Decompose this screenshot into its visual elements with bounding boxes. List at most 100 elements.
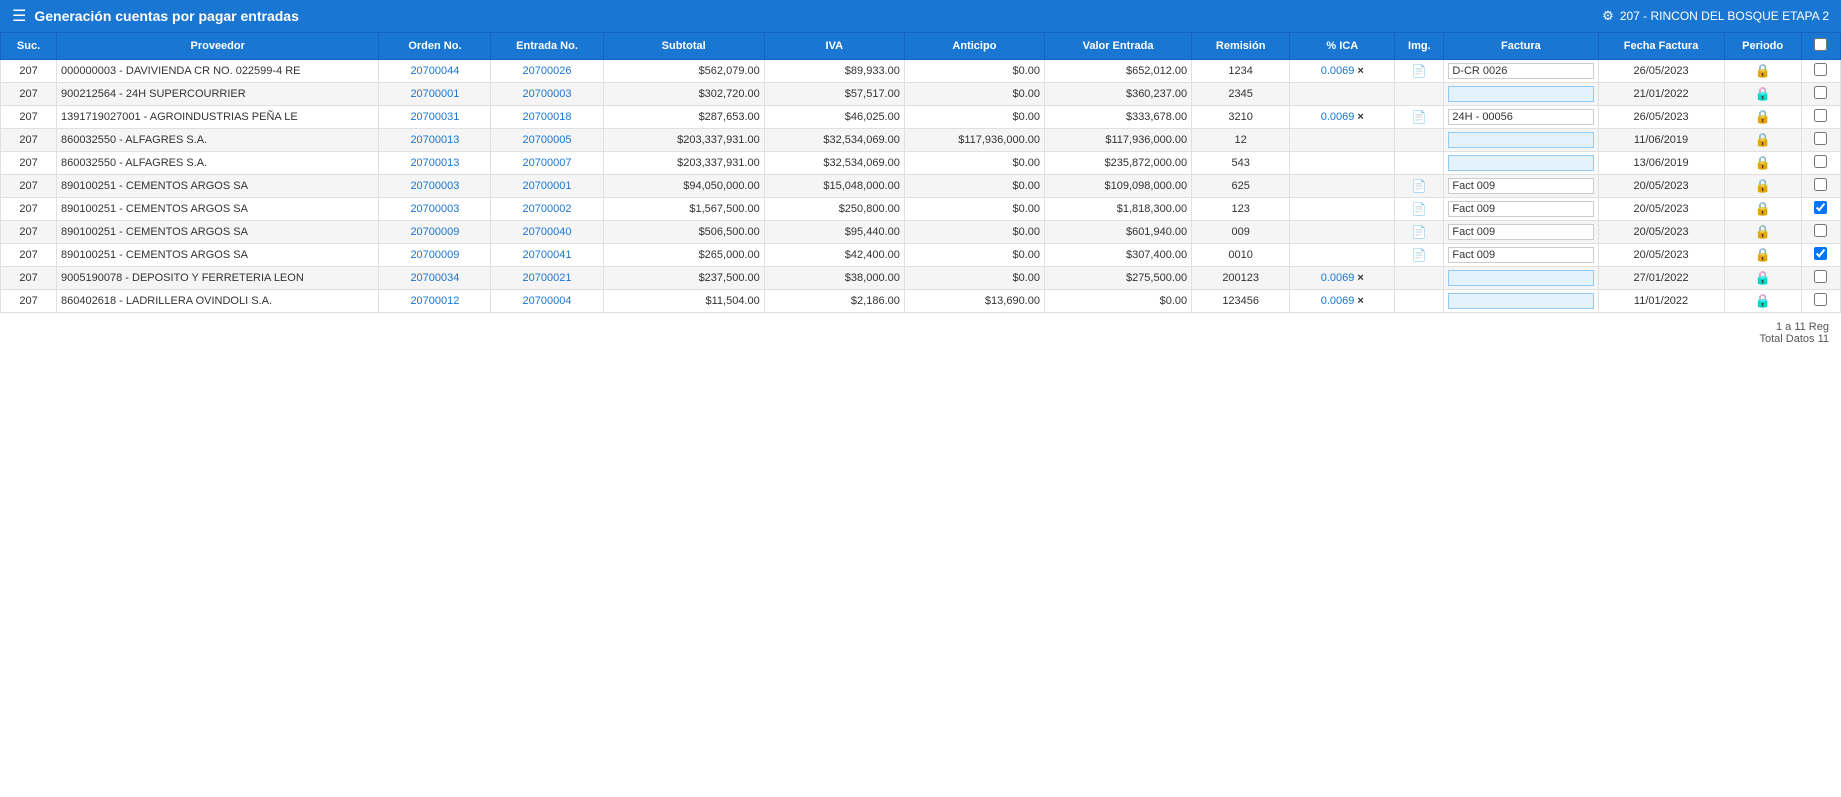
entrada-link[interactable]: 20700001: [523, 180, 572, 192]
row-checkbox[interactable]: [1814, 132, 1827, 145]
cell-ica[interactable]: 0.0069×: [1290, 267, 1395, 290]
cell-orden[interactable]: 20700009: [379, 244, 491, 267]
row-checkbox[interactable]: [1814, 178, 1827, 191]
cell-entrada[interactable]: 20700003: [491, 83, 603, 106]
cell-factura[interactable]: [1444, 129, 1598, 152]
orden-link[interactable]: 20700031: [410, 111, 459, 123]
cell-img[interactable]: 📄: [1395, 106, 1444, 129]
cell-factura[interactable]: [1444, 244, 1598, 267]
cell-ica[interactable]: 0.0069×: [1290, 290, 1395, 313]
cell-factura[interactable]: [1444, 106, 1598, 129]
orden-link[interactable]: 20700009: [410, 249, 459, 261]
cell-checkbox[interactable]: [1801, 175, 1840, 198]
orden-link[interactable]: 20700003: [410, 180, 459, 192]
cell-checkbox[interactable]: [1801, 106, 1840, 129]
cell-entrada[interactable]: 20700005: [491, 129, 603, 152]
factura-input[interactable]: [1448, 178, 1593, 194]
row-checkbox[interactable]: [1814, 109, 1827, 122]
entrada-link[interactable]: 20700003: [523, 88, 572, 100]
factura-input[interactable]: [1448, 86, 1593, 102]
orden-link[interactable]: 20700001: [410, 88, 459, 100]
cell-orden[interactable]: 20700003: [379, 198, 491, 221]
cell-entrada[interactable]: 20700026: [491, 60, 603, 83]
cell-img[interactable]: 📄: [1395, 244, 1444, 267]
orden-link[interactable]: 20700034: [410, 272, 459, 284]
image-icon[interactable]: 📄: [1412, 225, 1427, 239]
factura-input[interactable]: [1448, 293, 1593, 309]
factura-input[interactable]: [1448, 224, 1593, 240]
factura-input[interactable]: [1448, 132, 1593, 148]
orden-link[interactable]: 20700013: [410, 157, 459, 169]
orden-link[interactable]: 20700012: [410, 295, 459, 307]
cell-entrada[interactable]: 20700002: [491, 198, 603, 221]
entrada-link[interactable]: 20700040: [523, 226, 572, 238]
factura-input[interactable]: [1448, 201, 1593, 217]
entrada-link[interactable]: 20700005: [523, 134, 572, 146]
orden-link[interactable]: 20700013: [410, 134, 459, 146]
cell-orden[interactable]: 20700034: [379, 267, 491, 290]
cell-orden[interactable]: 20700009: [379, 221, 491, 244]
orden-link[interactable]: 20700003: [410, 203, 459, 215]
menu-icon[interactable]: ☰: [12, 6, 26, 26]
cell-ica[interactable]: 0.0069×: [1290, 106, 1395, 129]
cell-checkbox[interactable]: [1801, 267, 1840, 290]
cell-orden[interactable]: 20700013: [379, 152, 491, 175]
row-checkbox[interactable]: [1814, 224, 1827, 237]
cell-ica[interactable]: 0.0069×: [1290, 60, 1395, 83]
entrada-link[interactable]: 20700007: [523, 157, 572, 169]
row-checkbox[interactable]: [1814, 86, 1827, 99]
row-checkbox[interactable]: [1814, 63, 1827, 76]
cell-checkbox[interactable]: [1801, 290, 1840, 313]
cell-entrada[interactable]: 20700018: [491, 106, 603, 129]
image-icon[interactable]: 📄: [1412, 202, 1427, 216]
entrada-link[interactable]: 20700021: [523, 272, 572, 284]
cell-img[interactable]: 📄: [1395, 221, 1444, 244]
cell-orden[interactable]: 20700013: [379, 129, 491, 152]
orden-link[interactable]: 20700044: [410, 65, 459, 77]
cell-factura[interactable]: [1444, 267, 1598, 290]
factura-input[interactable]: [1448, 270, 1593, 286]
row-checkbox[interactable]: [1814, 201, 1827, 214]
cell-factura[interactable]: [1444, 221, 1598, 244]
row-checkbox[interactable]: [1814, 270, 1827, 283]
ica-remove-button[interactable]: ×: [1357, 111, 1363, 123]
image-icon[interactable]: 📄: [1412, 110, 1427, 124]
factura-input[interactable]: [1448, 155, 1593, 171]
image-icon[interactable]: 📄: [1412, 64, 1427, 78]
cell-checkbox[interactable]: [1801, 244, 1840, 267]
ica-remove-button[interactable]: ×: [1357, 65, 1363, 77]
cell-entrada[interactable]: 20700004: [491, 290, 603, 313]
entrada-link[interactable]: 20700041: [523, 249, 572, 261]
cell-checkbox[interactable]: [1801, 198, 1840, 221]
row-checkbox[interactable]: [1814, 293, 1827, 306]
cell-orden[interactable]: 20700012: [379, 290, 491, 313]
cell-entrada[interactable]: 20700021: [491, 267, 603, 290]
cell-factura[interactable]: [1444, 60, 1598, 83]
ica-remove-button[interactable]: ×: [1357, 295, 1363, 307]
factura-input[interactable]: [1448, 63, 1593, 79]
select-all-checkbox[interactable]: [1814, 38, 1827, 51]
cell-checkbox[interactable]: [1801, 60, 1840, 83]
cell-factura[interactable]: [1444, 198, 1598, 221]
orden-link[interactable]: 20700009: [410, 226, 459, 238]
row-checkbox[interactable]: [1814, 247, 1827, 260]
cell-img[interactable]: 📄: [1395, 198, 1444, 221]
cell-entrada[interactable]: 20700041: [491, 244, 603, 267]
cell-entrada[interactable]: 20700007: [491, 152, 603, 175]
entrada-link[interactable]: 20700002: [523, 203, 572, 215]
cell-img[interactable]: 📄: [1395, 60, 1444, 83]
factura-input[interactable]: [1448, 247, 1593, 263]
entrada-link[interactable]: 20700026: [523, 65, 572, 77]
cell-img[interactable]: 📄: [1395, 175, 1444, 198]
cell-orden[interactable]: 20700031: [379, 106, 491, 129]
row-checkbox[interactable]: [1814, 155, 1827, 168]
cell-checkbox[interactable]: [1801, 221, 1840, 244]
cell-factura[interactable]: [1444, 83, 1598, 106]
cell-orden[interactable]: 20700001: [379, 83, 491, 106]
cell-checkbox[interactable]: [1801, 83, 1840, 106]
ica-remove-button[interactable]: ×: [1357, 272, 1363, 284]
image-icon[interactable]: 📄: [1412, 248, 1427, 262]
entrada-link[interactable]: 20700004: [523, 295, 572, 307]
factura-input[interactable]: [1448, 109, 1593, 125]
cell-factura[interactable]: [1444, 290, 1598, 313]
